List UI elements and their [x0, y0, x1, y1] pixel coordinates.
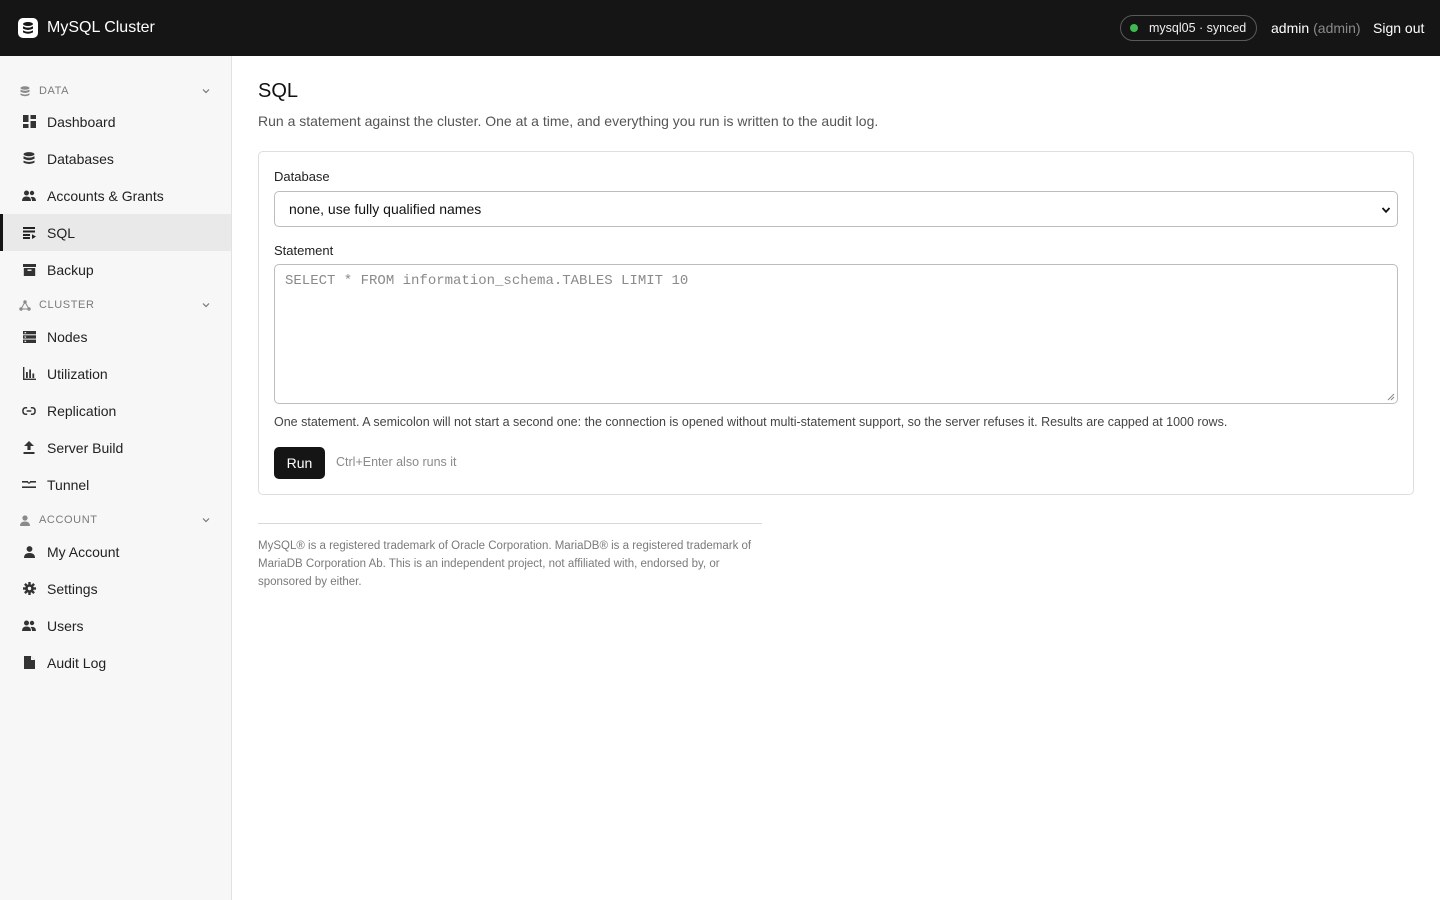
cluster-status-text: mysql05 · synced [1149, 21, 1247, 35]
sidebar-item-label: Tunnel [47, 476, 90, 493]
person-icon [22, 545, 36, 559]
sidebar-item-my-account[interactable]: My Account [0, 533, 231, 570]
sidebar-item-label: Users [47, 617, 84, 634]
sidebar-item-utilization[interactable]: Utilization [0, 355, 231, 392]
status-dot-icon [1130, 24, 1138, 32]
sidebar-item-accounts-grants[interactable]: Accounts & Grants [0, 177, 231, 214]
sidebar-item-label: Settings [47, 580, 98, 597]
database-icon [18, 18, 38, 38]
sidebar-item-label: Nodes [47, 328, 88, 345]
sidebar-item-label: Audit Log [47, 654, 107, 671]
archive-icon [22, 263, 36, 277]
database-select[interactable]: none, use fully qualified names [274, 191, 1398, 227]
database-icon [19, 85, 31, 97]
sidebar-item-dashboard[interactable]: Dashboard [0, 103, 231, 140]
link-icon [22, 404, 36, 418]
sidebar-section-title: DATA [39, 85, 70, 97]
database-select-value: none, use fully qualified names [289, 201, 482, 217]
chevron-down-icon [1381, 207, 1391, 214]
sign-out-link[interactable]: Sign out [1373, 0, 1424, 56]
top-bar: MySQL Cluster mysql05 · synced admin (ad… [0, 0, 1440, 56]
sidebar-section-data[interactable]: DATA [0, 81, 231, 101]
sidebar-item-label: Replication [47, 402, 117, 419]
sidebar-item-label: Server Build [47, 439, 124, 456]
sidebar-section-title: ACCOUNT [39, 514, 98, 526]
database-label: Database [274, 169, 330, 184]
sql-form-card: Database none, use fully qualified names… [258, 151, 1414, 495]
people-icon [22, 189, 36, 203]
people-icon [22, 619, 36, 633]
statement-placeholder: SELECT * FROM information_schema.TABLES … [285, 273, 689, 289]
sidebar-item-audit-log[interactable]: Audit Log [0, 644, 231, 681]
chevron-down-icon [202, 89, 210, 94]
brand[interactable]: MySQL Cluster [18, 0, 155, 56]
statement-label: Statement [274, 243, 334, 258]
trademark-notice: MySQL® is a registered trademark of Orac… [258, 540, 752, 588]
sidebar-item-label: SQL [47, 224, 76, 241]
statement-textarea[interactable]: SELECT * FROM information_schema.TABLES … [274, 264, 1398, 404]
tunnel-icon [22, 478, 36, 492]
sidebar-item-sql[interactable]: SQL [0, 214, 231, 251]
page-title: SQL [258, 80, 299, 102]
sidebar-item-databases[interactable]: Databases [0, 140, 231, 177]
page-description: Run a statement against the cluster. One… [258, 113, 879, 129]
sidebar-item-label: Utilization [47, 365, 108, 382]
dashboard-icon [22, 115, 36, 129]
database-icon [22, 152, 36, 166]
upload-icon [22, 441, 36, 455]
sidebar-item-replication[interactable]: Replication [0, 392, 231, 429]
gear-icon [22, 582, 36, 596]
sidebar-item-label: Dashboard [47, 113, 116, 130]
sidebar-item-server-build[interactable]: Server Build [0, 429, 231, 466]
sidebar-item-settings[interactable]: Settings [0, 570, 231, 607]
statement-hint: One statement. A semicolon will not star… [274, 415, 1228, 429]
app-title: MySQL Cluster [47, 19, 155, 36]
current-user: admin (admin) [1271, 0, 1361, 56]
sidebar-item-users[interactable]: Users [0, 607, 231, 644]
resize-grip-icon[interactable] [1387, 393, 1395, 401]
sidebar-section-title: CLUSTER [39, 299, 95, 311]
run-button[interactable]: Run [274, 447, 325, 479]
sidebar-item-label: Backup [47, 261, 94, 278]
user-role: (admin) [1313, 20, 1361, 36]
cluster-status-badge[interactable]: mysql05 · synced [1120, 15, 1258, 41]
person-icon [19, 514, 31, 526]
cluster-icon [19, 299, 31, 311]
footer-divider [258, 523, 762, 524]
sidebar-item-nodes[interactable]: Nodes [0, 318, 231, 355]
sidebar-section-account[interactable]: ACCOUNT [0, 510, 231, 530]
sidebar-item-label: Databases [47, 150, 114, 167]
sidebar: DATA Dashboard Databases Accounts & Gran… [0, 56, 232, 900]
server-icon [22, 330, 36, 344]
sidebar-item-label: Accounts & Grants [47, 187, 164, 204]
bar-chart-icon [22, 367, 36, 381]
chevron-down-icon [202, 303, 210, 308]
sidebar-section-cluster[interactable]: CLUSTER [0, 295, 231, 315]
sidebar-item-tunnel[interactable]: Tunnel [0, 466, 231, 503]
sql-icon [22, 226, 36, 240]
run-shortcut-hint: Ctrl+Enter also runs it [336, 455, 457, 469]
document-icon [22, 656, 36, 670]
chevron-down-icon [202, 518, 210, 523]
user-name: admin [1271, 20, 1310, 36]
sidebar-item-label: My Account [47, 543, 120, 560]
sidebar-item-backup[interactable]: Backup [0, 251, 231, 288]
main-content: SQL Run a statement against the cluster.… [232, 56, 1440, 900]
